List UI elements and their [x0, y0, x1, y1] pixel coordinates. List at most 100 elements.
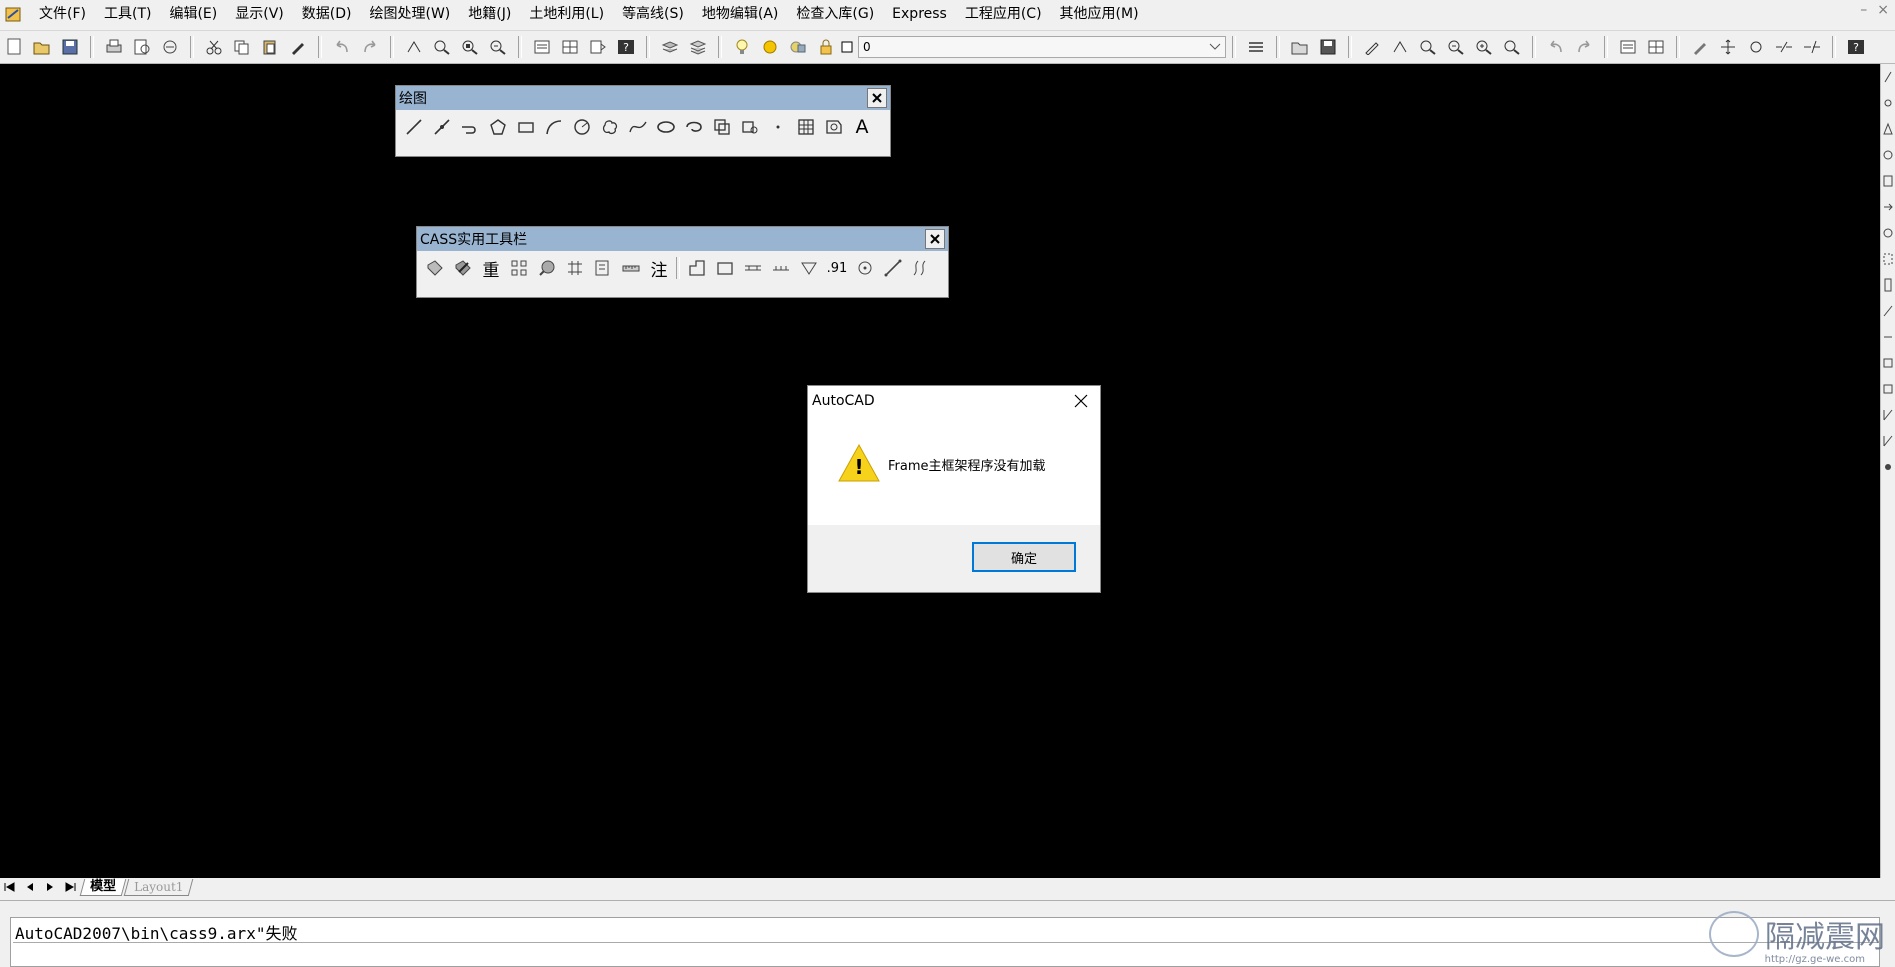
undo-icon[interactable] — [331, 35, 353, 59]
save-icon[interactable] — [59, 35, 81, 59]
cass-undo-icon[interactable] — [1545, 35, 1567, 59]
minimize-button[interactable]: – — [1860, 2, 1867, 18]
copy-icon[interactable] — [231, 35, 253, 59]
house-edit-icon[interactable] — [591, 255, 615, 281]
open-file-icon[interactable] — [31, 35, 53, 59]
zoom-window-icon[interactable] — [459, 35, 481, 59]
design-center-icon[interactable] — [559, 35, 581, 59]
layer-previous-icon[interactable] — [687, 35, 709, 59]
zoom-all-icon[interactable] — [1473, 35, 1495, 59]
insert-block-icon[interactable] — [710, 114, 734, 140]
layer-color-icon[interactable] — [841, 35, 853, 59]
layer-on-bulb-icon[interactable] — [731, 35, 753, 59]
select-group-icon[interactable] — [507, 255, 531, 281]
close-icon[interactable] — [925, 229, 945, 249]
cass-grid-icon[interactable] — [1645, 35, 1667, 59]
contour-line-icon[interactable] — [909, 255, 933, 281]
tool-palettes-icon[interactable] — [587, 35, 609, 59]
pencil-icon[interactable] — [1361, 35, 1383, 59]
layer-lock-icon[interactable] — [815, 35, 837, 59]
break-line-icon[interactable] — [1773, 35, 1795, 59]
polygon-icon[interactable] — [486, 114, 510, 140]
redraw-entity-icon[interactable]: 重 — [479, 255, 503, 281]
close-icon[interactable] — [1066, 388, 1096, 414]
menu-check-db[interactable]: 检查入库(G) — [787, 0, 883, 28]
cass-open-icon[interactable] — [1289, 35, 1311, 59]
measure-icon[interactable] — [619, 255, 643, 281]
menu-land-use[interactable]: 土地利用(L) — [520, 0, 613, 28]
line-icon[interactable] — [402, 114, 426, 140]
strip-tool-icon[interactable] — [1882, 432, 1894, 449]
spline-icon[interactable] — [626, 114, 650, 140]
app-icon[interactable] — [3, 4, 25, 24]
strip-tool-icon[interactable] — [1882, 68, 1894, 85]
redo-icon[interactable] — [359, 35, 381, 59]
polyline-icon[interactable] — [458, 114, 482, 140]
cass-toolbar-titlebar[interactable]: CASS实用工具栏 — [417, 227, 948, 251]
properties-icon[interactable] — [531, 35, 553, 59]
menu-draw-process[interactable]: 绘图处理(W) — [360, 0, 459, 28]
ellipse-arc-icon[interactable] — [682, 114, 706, 140]
pan-icon[interactable] — [1389, 35, 1411, 59]
menu-tools[interactable]: 工具(T) — [95, 0, 160, 28]
zoom-out-icon[interactable] — [1445, 35, 1467, 59]
strip-tool-icon[interactable] — [1882, 380, 1894, 397]
move-icon[interactable] — [1717, 35, 1739, 59]
print-preview-icon[interactable] — [131, 35, 153, 59]
cass-save-icon[interactable] — [1317, 35, 1339, 59]
strip-tool-icon[interactable] — [1882, 276, 1894, 293]
tab-layout1[interactable]: Layout1 — [123, 878, 194, 896]
zoom-extents-icon[interactable] — [1501, 35, 1523, 59]
previous-tab-icon[interactable] — [20, 879, 40, 895]
layer-vp-freeze-icon[interactable] — [787, 35, 809, 59]
make-block-icon[interactable] — [738, 114, 762, 140]
strip-tool-icon[interactable] — [1882, 406, 1894, 423]
strip-tool-icon[interactable] — [1882, 328, 1894, 345]
strip-tool-icon[interactable] — [1882, 94, 1894, 111]
new-file-icon[interactable] — [3, 35, 25, 59]
cass-redo-icon[interactable] — [1573, 35, 1595, 59]
strip-tool-icon[interactable] — [1882, 146, 1894, 163]
strip-tool-icon[interactable] — [1882, 354, 1894, 371]
slope-line-icon[interactable] — [881, 255, 905, 281]
fence-icon[interactable] — [563, 255, 587, 281]
ok-button[interactable]: 确定 — [972, 542, 1076, 572]
first-tab-icon[interactable] — [0, 879, 20, 895]
menu-other[interactable]: 其他应用(M) — [1051, 0, 1148, 28]
close-window-button[interactable]: × — [1877, 2, 1889, 18]
edit-pen-icon[interactable] — [1689, 35, 1711, 59]
layer-manager-icon[interactable] — [659, 35, 681, 59]
zoom-previous-icon[interactable] — [487, 35, 509, 59]
menu-data[interactable]: 数据(D) — [293, 0, 361, 28]
tab-model[interactable]: 模型 — [79, 878, 127, 896]
rect-house-icon[interactable] — [713, 255, 737, 281]
strip-tool-icon[interactable] — [1882, 302, 1894, 319]
print-icon[interactable] — [103, 35, 125, 59]
match-properties-icon[interactable] — [287, 35, 309, 59]
code-entity-icon[interactable] — [451, 255, 475, 281]
zoom-in-icon[interactable] — [1417, 35, 1439, 59]
menu-express[interactable]: Express — [883, 0, 956, 28]
elevation-point-icon[interactable]: .91 — [825, 255, 849, 281]
annotate-icon[interactable]: 注 — [647, 255, 671, 281]
layer-thaw-sun-icon[interactable] — [759, 35, 781, 59]
command-window[interactable]: AutoCAD2007\bin\cass9.arx"失败 — [10, 917, 1880, 967]
strip-tool-icon[interactable] — [1882, 198, 1894, 215]
wall-line-icon[interactable] — [769, 255, 793, 281]
ellipse-icon[interactable] — [654, 114, 678, 140]
search-entity-icon[interactable] — [535, 255, 559, 281]
arc-icon[interactable] — [542, 114, 566, 140]
draw-toolbar-titlebar[interactable]: 绘图 — [396, 86, 890, 110]
cut-icon[interactable] — [203, 35, 225, 59]
menu-contour[interactable]: 等高线(S) — [613, 0, 693, 28]
strip-tool-icon[interactable] — [1882, 172, 1894, 189]
menu-view[interactable]: 显示(V) — [226, 0, 293, 28]
query-entity-icon[interactable] — [423, 255, 447, 281]
next-tab-icon[interactable] — [40, 879, 60, 895]
paste-icon[interactable] — [259, 35, 281, 59]
point-icon[interactable] — [766, 114, 790, 140]
close-icon[interactable] — [867, 88, 887, 108]
revision-cloud-icon[interactable] — [598, 114, 622, 140]
cass-properties-icon[interactable] — [1617, 35, 1639, 59]
dialog-titlebar[interactable]: AutoCAD — [808, 386, 1100, 416]
